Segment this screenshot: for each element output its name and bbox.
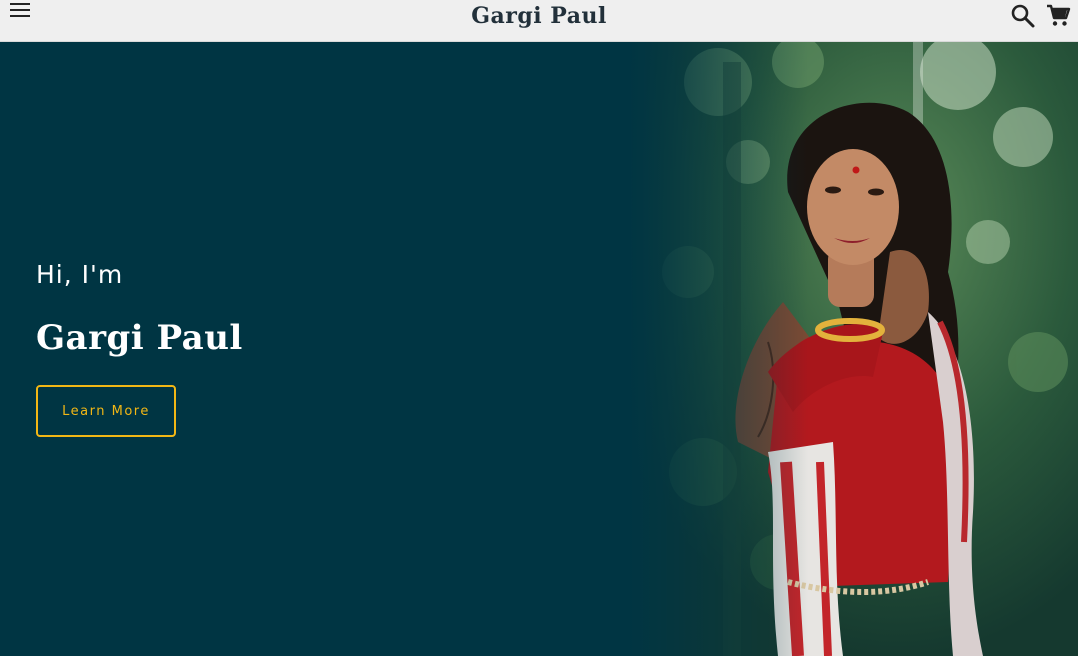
learn-more-button[interactable]: Learn More bbox=[36, 385, 176, 437]
shopping-cart-icon[interactable] bbox=[1045, 3, 1071, 29]
search-icon[interactable] bbox=[1010, 3, 1036, 29]
hero-section: Hi, I'm Gargi Paul Learn More bbox=[0, 42, 1078, 656]
hero-name: Gargi Paul bbox=[36, 318, 243, 358]
hero-greeting: Hi, I'm bbox=[36, 260, 124, 289]
site-title[interactable]: Gargi Paul bbox=[0, 3, 1078, 29]
portrait-photo bbox=[628, 42, 1078, 656]
top-bar: Gargi Paul bbox=[0, 0, 1078, 42]
